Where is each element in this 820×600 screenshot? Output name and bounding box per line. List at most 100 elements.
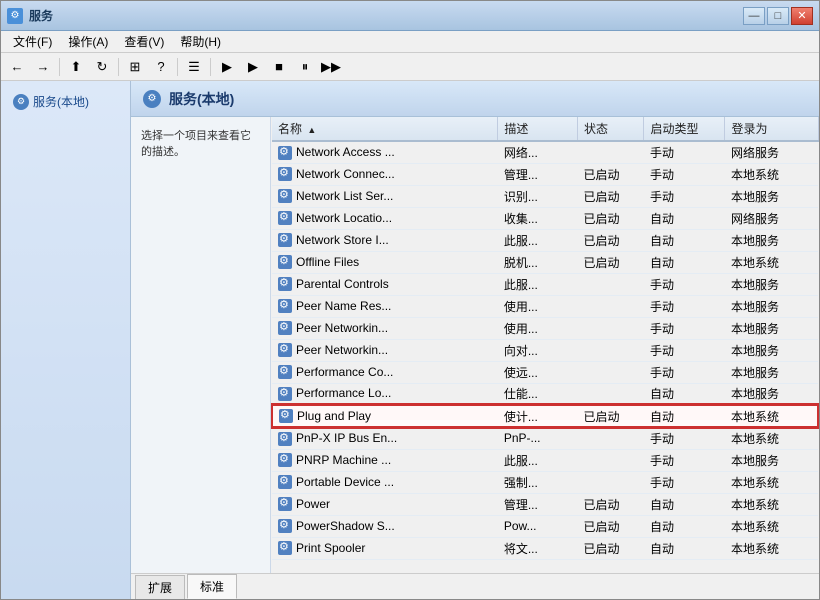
table-row[interactable]: Performance Lo...仕能... 自动本地服务 — [272, 383, 818, 405]
service-login: 本地系统 — [725, 163, 818, 185]
service-login: 本地系统 — [725, 251, 818, 273]
show-hide-button[interactable]: ⊞ — [123, 56, 147, 78]
pause-button[interactable]: ⏸ — [293, 56, 317, 78]
description-panel: 选择一个项目来查看它的描述。 — [131, 117, 271, 573]
table-row[interactable]: PnP-X IP Bus En...PnP-...手动本地系统 — [272, 427, 818, 449]
service-status: 已启动 — [578, 207, 644, 229]
play-button[interactable]: ▶ — [215, 56, 239, 78]
table-row[interactable]: Portable Device ...强制...手动本地系统 — [272, 471, 818, 493]
service-name: Peer Networkin... — [272, 339, 498, 361]
forward-button[interactable]: → — [31, 56, 55, 78]
tab-标准[interactable]: 标准 — [187, 574, 237, 599]
main-window: ⚙ 服务 — □ ✕ 文件(F)操作(A)查看(V)帮助(H) ← → ⬆ ↻ … — [0, 0, 820, 600]
service-login: 本地服务 — [725, 383, 818, 405]
col-startup[interactable]: 启动类型 — [644, 117, 725, 141]
service-desc: 脱机... — [498, 251, 578, 273]
stop-button[interactable]: ■ — [267, 56, 291, 78]
close-button[interactable]: ✕ — [791, 7, 813, 25]
service-login: 本地服务 — [725, 273, 818, 295]
table-row[interactable]: Performance Co...使远...手动本地服务 — [272, 361, 818, 383]
service-startup: 手动 — [644, 163, 725, 185]
table-row[interactable]: PowerShadow S...Pow...已启动自动本地系统 — [272, 515, 818, 537]
service-name: PnP-X IP Bus En... — [272, 427, 498, 449]
export-button[interactable]: ☰ — [182, 56, 206, 78]
service-desc: 管理... — [498, 493, 578, 515]
service-desc: PnP-... — [498, 427, 578, 449]
panel-header: ⚙ 服务(本地) — [131, 81, 819, 117]
table-row[interactable]: Network Connec...管理...已启动手动本地系统 — [272, 163, 818, 185]
table-row[interactable]: Network List Ser...识别...已启动手动本地服务 — [272, 185, 818, 207]
table-row[interactable]: Peer Networkin...使用...手动本地服务 — [272, 317, 818, 339]
minimize-button[interactable]: — — [743, 7, 765, 25]
col-name[interactable]: 名称 ▲ — [272, 117, 498, 141]
service-startup: 自动 — [644, 383, 725, 405]
maximize-button[interactable]: □ — [767, 7, 789, 25]
service-login: 本地服务 — [725, 361, 818, 383]
table-row[interactable]: Parental Controls此服...手动本地服务 — [272, 273, 818, 295]
service-startup: 自动 — [644, 515, 725, 537]
service-startup: 手动 — [644, 361, 725, 383]
title-bar: ⚙ 服务 — □ ✕ — [1, 1, 819, 31]
service-name: Network Locatio... — [272, 207, 498, 229]
service-desc: 此服... — [498, 229, 578, 251]
menu-item[interactable]: 操作(A) — [60, 31, 116, 52]
table-header: 名称 ▲ 描述 状态 启动类型 登录为 — [272, 117, 818, 141]
table-area[interactable]: 名称 ▲ 描述 状态 启动类型 登录为 Network Access ...网络… — [271, 117, 819, 573]
service-icon — [278, 519, 292, 533]
service-status — [578, 273, 644, 295]
service-icon — [278, 497, 292, 511]
table-row[interactable]: Peer Name Res...使用...手动本地服务 — [272, 295, 818, 317]
table-row[interactable]: Print Spooler将文...已启动自动本地系统 — [272, 537, 818, 559]
menu-bar: 文件(F)操作(A)查看(V)帮助(H) — [1, 31, 819, 53]
left-panel-label: 服务(本地) — [33, 93, 89, 110]
service-status — [578, 427, 644, 449]
table-row[interactable]: Peer Networkin...向对...手动本地服务 — [272, 339, 818, 361]
col-desc[interactable]: 描述 — [498, 117, 578, 141]
menu-item[interactable]: 帮助(H) — [172, 31, 229, 52]
service-login: 本地服务 — [725, 449, 818, 471]
back-button[interactable]: ← — [5, 56, 29, 78]
services-icon: ⚙ — [13, 94, 29, 110]
service-desc: 使用... — [498, 317, 578, 339]
service-icon — [278, 211, 292, 225]
table-row[interactable]: Network Store I...此服...已启动自动本地服务 — [272, 229, 818, 251]
service-icon — [279, 409, 293, 423]
service-desc: 收集... — [498, 207, 578, 229]
play2-button[interactable]: ▶ — [241, 56, 265, 78]
table-row[interactable]: Power管理...已启动自动本地系统 — [272, 493, 818, 515]
menu-item[interactable]: 文件(F) — [5, 31, 60, 52]
service-icon — [278, 167, 292, 181]
col-login[interactable]: 登录为 — [725, 117, 818, 141]
service-name: PowerShadow S... — [272, 515, 498, 537]
table-row[interactable]: Offline Files脱机...已启动自动本地系统 — [272, 251, 818, 273]
service-desc: 仕能... — [498, 383, 578, 405]
service-startup: 手动 — [644, 449, 725, 471]
table-row[interactable]: Network Locatio...收集...已启动自动网络服务 — [272, 207, 818, 229]
table-row[interactable]: PNRP Machine ...此服...手动本地服务 — [272, 449, 818, 471]
service-status: 已启动 — [578, 515, 644, 537]
menu-item[interactable]: 查看(V) — [116, 31, 172, 52]
left-panel-services[interactable]: ⚙ 服务(本地) — [9, 89, 122, 114]
table-row[interactable]: Network Access ...网络...手动网络服务 — [272, 141, 818, 163]
service-name: Network Access ... — [272, 141, 498, 163]
service-name: Performance Lo... — [272, 383, 498, 405]
service-login: 本地服务 — [725, 229, 818, 251]
help-button[interactable]: ? — [149, 56, 173, 78]
service-status — [578, 339, 644, 361]
toolbar: ← → ⬆ ↻ ⊞ ? ☰ ▶ ▶ ■ ⏸ ▶▶ — [1, 53, 819, 81]
restart-button[interactable]: ▶▶ — [319, 56, 343, 78]
service-name: Plug and Play — [272, 405, 498, 427]
refresh-button[interactable]: ↻ — [90, 56, 114, 78]
service-login: 本地系统 — [725, 405, 818, 427]
service-name: Parental Controls — [272, 273, 498, 295]
col-status[interactable]: 状态 — [578, 117, 644, 141]
up-button[interactable]: ⬆ — [64, 56, 88, 78]
service-login: 本地服务 — [725, 185, 818, 207]
services-table: 名称 ▲ 描述 状态 启动类型 登录为 Network Access ...网络… — [271, 117, 819, 560]
toolbar-separator-1 — [59, 58, 60, 76]
service-icon — [278, 321, 292, 335]
service-desc: 使远... — [498, 361, 578, 383]
service-startup: 手动 — [644, 141, 725, 163]
tab-扩展[interactable]: 扩展 — [135, 575, 185, 599]
table-row[interactable]: Plug and Play使计...已启动自动本地系统 — [272, 405, 818, 427]
